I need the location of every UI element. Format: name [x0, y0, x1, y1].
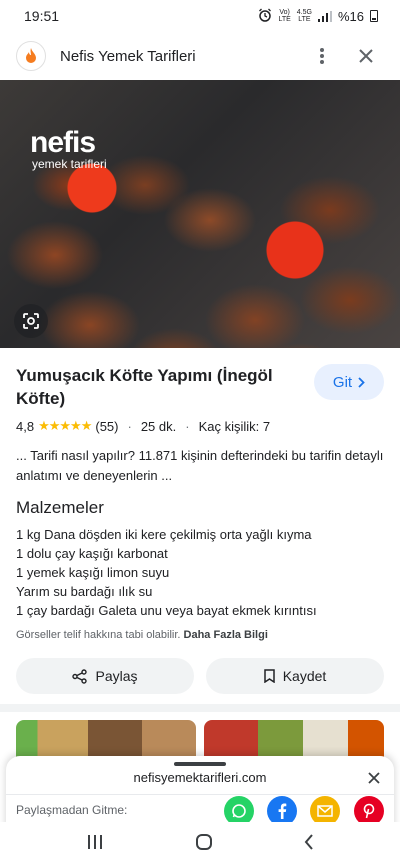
ingredient-item: 1 dolu çay kaşığı karbonat: [16, 546, 168, 561]
go-button-label: Git: [332, 373, 353, 391]
ingredients-list: 1 kg Dana döşden iki kere çekilmiş orta …: [16, 525, 384, 620]
google-lens-icon[interactable]: [14, 304, 48, 338]
save-button[interactable]: Kaydet: [206, 658, 384, 694]
bookmark-icon: [263, 669, 275, 683]
hero-image[interactable]: nefis yemek tarifleri: [0, 80, 400, 348]
site-watermark: nefis yemek tarifleri: [30, 126, 107, 171]
share-button-label: Paylaş: [95, 668, 138, 684]
status-icons: Vo) LTE 4.5G LTE %16: [258, 8, 378, 25]
copyright-notice: Görseller telif hakkına tabi olabilir. D…: [16, 629, 268, 641]
recipe-content: Yumuşacık Köfte Yapımı (İnegöl Köfte) Gi…: [0, 348, 400, 694]
cook-time: 25 dk.: [140, 418, 177, 434]
close-icon[interactable]: [362, 766, 386, 790]
app-bar: Nefis Yemek Tarifleri: [0, 32, 400, 80]
section-divider: [0, 704, 400, 712]
system-nav-bar: [0, 822, 400, 866]
chevron-right-icon: [358, 376, 365, 388]
volte-indicator: Vo) LTE: [278, 9, 291, 23]
signal-icon: [317, 10, 332, 22]
sheet-label: Paylaşmadan Gitme:: [16, 803, 128, 817]
learn-more-link[interactable]: Daha Fazla Bilgi: [184, 629, 268, 641]
sheet-url: nefisyemektarifleri.com: [133, 770, 267, 785]
star-rating-icon: ★★★★★: [38, 418, 92, 433]
share-button[interactable]: Paylaş: [16, 658, 194, 694]
share-icon: [72, 668, 88, 684]
status-time: 19:51: [24, 8, 60, 24]
alarm-icon: [258, 8, 272, 25]
recipe-title[interactable]: Yumuşacık Köfte Yapımı (İnegöl Köfte): [16, 364, 306, 410]
review-count: (55): [95, 418, 119, 434]
save-button-label: Kaydet: [282, 668, 327, 684]
ingredients-heading: Malzemeler: [16, 498, 104, 517]
ingredient-item: 1 yemek kaşığı limon suyu: [16, 565, 170, 580]
action-buttons: Paylaş Kaydet: [16, 658, 384, 694]
battery-percent: %16: [337, 8, 364, 24]
ingredient-item: Yarım su bardağı ılık su: [16, 584, 153, 599]
ingredient-item: 1 kg Dana döşden iki kere çekilmiş orta …: [16, 527, 312, 542]
rating-value: 4,8: [16, 418, 35, 434]
ingredient-item: 1 çay bardağı Galeta unu veya bayat ekme…: [16, 603, 317, 618]
separator-dot: ·: [185, 418, 190, 434]
close-icon[interactable]: [348, 38, 384, 74]
sheet-separator: [6, 794, 394, 795]
network-indicator: 4.5G LTE: [296, 9, 312, 23]
drag-handle[interactable]: [174, 762, 226, 766]
battery-icon: [370, 10, 378, 22]
go-button[interactable]: Git: [314, 364, 384, 400]
separator-dot: ·: [127, 418, 132, 434]
more-vertical-icon[interactable]: [304, 38, 340, 74]
status-bar: 19:51 Vo) LTE 4.5G LTE %16: [0, 0, 400, 32]
servings: Kaç kişilik: 7: [198, 418, 271, 434]
back-icon[interactable]: [304, 833, 314, 855]
related-results: [0, 720, 400, 780]
recents-icon[interactable]: [86, 834, 104, 855]
app-title: Nefis Yemek Tarifleri: [60, 47, 196, 65]
recipe-meta: 4,8 ★★★★★ (55) · 25 dk. · Kaç kişilik: 7: [16, 418, 384, 434]
home-icon[interactable]: [195, 833, 213, 856]
recipe-description: ... Tarifi nasıl yapılır? 11.871 kişinin…: [16, 448, 384, 483]
flame-icon: [16, 41, 46, 71]
